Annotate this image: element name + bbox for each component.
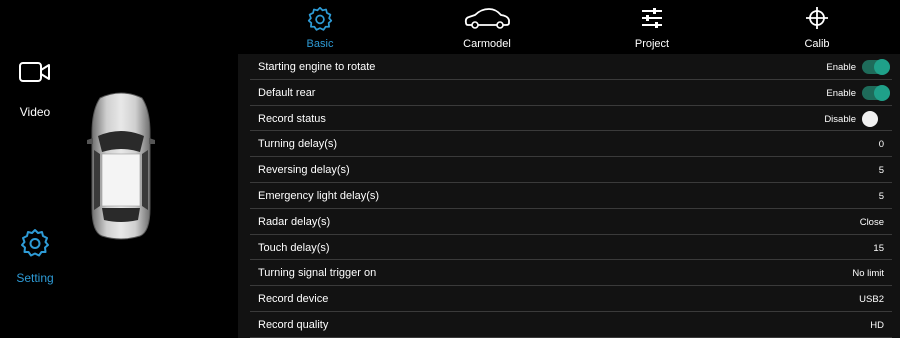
setting-row-turning-signal-trigger[interactable]: Turning signal trigger on No limit bbox=[250, 260, 892, 287]
sliders-icon bbox=[587, 6, 717, 34]
setting-row-record-quality[interactable]: Record quality HD bbox=[250, 312, 892, 338]
settings-list: Starting engine to rotate Enable Default… bbox=[238, 54, 900, 338]
car-preview bbox=[70, 0, 238, 338]
setting-value: 5 bbox=[878, 165, 884, 177]
tab-label: Project bbox=[634, 38, 670, 50]
tab-carmodel[interactable]: Carmodel bbox=[422, 0, 552, 54]
setting-row-default-rear[interactable]: Default rear Enable bbox=[250, 80, 892, 106]
setting-label: Record device bbox=[258, 293, 329, 306]
setting-value: HD bbox=[870, 319, 884, 331]
setting-label: Turning delay(s) bbox=[258, 138, 338, 151]
gear-icon bbox=[255, 6, 385, 34]
setting-label: Turning signal trigger on bbox=[258, 267, 377, 280]
tab-calib[interactable]: Calib bbox=[752, 0, 882, 54]
crosshair-icon bbox=[752, 6, 882, 34]
setting-value: 15 bbox=[873, 242, 884, 254]
setting-label: Emergency light delay(s) bbox=[258, 189, 380, 202]
tab-label: Basic bbox=[306, 38, 334, 50]
setting-row-starting-engine[interactable]: Starting engine to rotate Enable bbox=[250, 54, 892, 80]
setting-label: Record quality bbox=[258, 318, 329, 331]
setting-label: Record status bbox=[258, 112, 326, 125]
setting-row-reversing-delay[interactable]: Reversing delay(s) 5 bbox=[250, 157, 892, 183]
car-outline-icon bbox=[422, 6, 552, 34]
sidebar-item-label: Setting bbox=[16, 271, 54, 285]
toggle-switch[interactable] bbox=[862, 59, 890, 75]
setting-row-emergency-light-delay[interactable]: Emergency light delay(s) 5 bbox=[250, 183, 892, 209]
setting-row-turning-delay[interactable]: Turning delay(s) 0 bbox=[250, 131, 892, 158]
setting-value: Enable bbox=[826, 62, 856, 73]
setting-value: Enable bbox=[826, 87, 856, 99]
sidebar-item-label: Video bbox=[19, 105, 51, 119]
settings-panel: Basic Carmodel Project Calib Starting en… bbox=[238, 0, 900, 338]
setting-label: Starting engine to rotate bbox=[258, 61, 376, 73]
setting-label: Default rear bbox=[258, 86, 316, 99]
setting-value: Close bbox=[859, 216, 884, 228]
setting-label: Reversing delay(s) bbox=[258, 164, 350, 177]
tab-bar: Basic Carmodel Project Calib bbox=[238, 0, 900, 54]
setting-row-touch-delay[interactable]: Touch delay(s) 15 bbox=[250, 235, 892, 261]
setting-row-radar-delay[interactable]: Radar delay(s) Close bbox=[250, 209, 892, 235]
car-top-view-image bbox=[87, 92, 155, 240]
toggle-switch[interactable] bbox=[862, 110, 890, 127]
tab-label: Calib bbox=[804, 38, 830, 50]
tab-project[interactable]: Project bbox=[587, 0, 717, 54]
tab-basic[interactable]: Basic bbox=[255, 0, 385, 54]
toggle-switch[interactable] bbox=[862, 84, 890, 101]
gear-icon bbox=[0, 228, 70, 263]
sidebar-item-video[interactable]: Video bbox=[0, 60, 70, 119]
setting-value: No limit bbox=[852, 268, 884, 280]
setting-value: Disable bbox=[824, 113, 856, 125]
setting-value: USB2 bbox=[859, 294, 884, 306]
tab-label: Carmodel bbox=[463, 38, 511, 50]
setting-row-record-device[interactable]: Record device USB2 bbox=[250, 286, 892, 312]
setting-value: 0 bbox=[878, 139, 884, 151]
setting-label: Radar delay(s) bbox=[258, 215, 331, 228]
video-camera-icon bbox=[0, 60, 70, 89]
setting-row-record-status[interactable]: Record status Disable bbox=[250, 106, 892, 132]
setting-value: 5 bbox=[878, 190, 884, 202]
sidebar: Video Setting bbox=[0, 0, 70, 338]
setting-label: Touch delay(s) bbox=[258, 241, 330, 254]
sidebar-item-setting[interactable]: Setting bbox=[0, 228, 70, 285]
